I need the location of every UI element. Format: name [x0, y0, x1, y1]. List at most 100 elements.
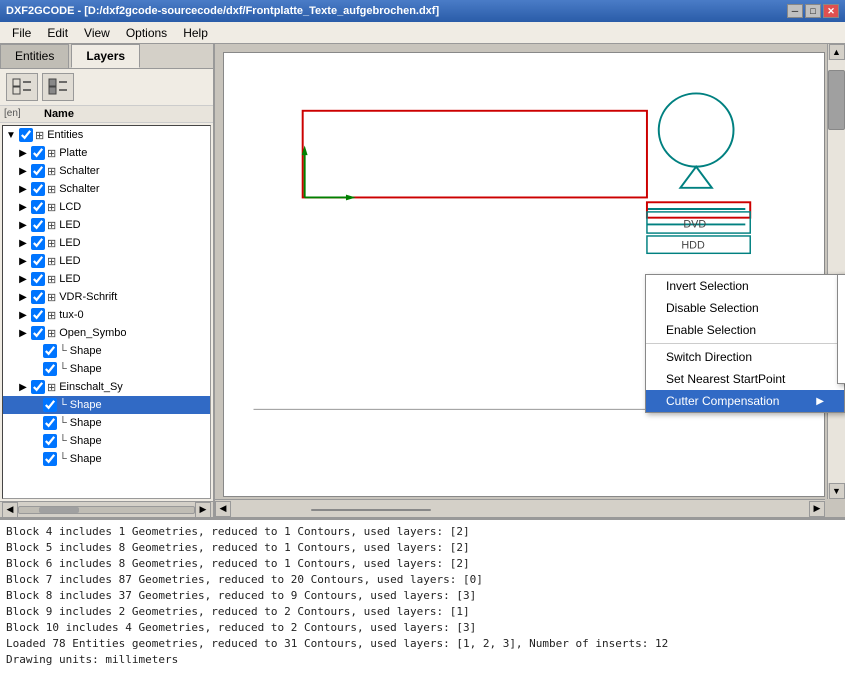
- tree-checkbox[interactable]: [43, 452, 57, 466]
- tree-expander[interactable]: ▶: [17, 274, 29, 285]
- submenu-g40[interactable]: ✓ G40 No Compensation: [838, 275, 845, 311]
- hscroll-right-arrow[interactable]: ▶: [195, 502, 211, 518]
- tree-row[interactable]: ▶ ⊞ Schalter: [3, 180, 210, 198]
- tree-row[interactable]: ▼ ⊞ Entities: [3, 126, 210, 144]
- grid-icon: ⊞: [47, 201, 56, 214]
- minimize-button[interactable]: ─: [787, 4, 803, 18]
- menubar: File Edit View Options Help: [0, 22, 845, 44]
- menu-help[interactable]: Help: [175, 24, 216, 42]
- tree-checkbox[interactable]: [31, 380, 45, 394]
- canvas-hscroll-right[interactable]: ▶: [809, 501, 825, 517]
- tree-row[interactable]: ▶ ⊞ LED: [3, 252, 210, 270]
- submenu-arrow: ▶: [816, 396, 824, 407]
- canvas-vscroll[interactable]: ▲ ▼: [827, 44, 845, 499]
- tree-label: Shape: [70, 363, 208, 375]
- tree-checkbox[interactable]: [43, 434, 57, 448]
- context-menu: Invert Selection Disable Selection Enabl…: [645, 274, 845, 413]
- tree-row[interactable]: └ Shape: [3, 342, 210, 360]
- tree-row[interactable]: ▶ ⊞ Platte: [3, 144, 210, 162]
- tree-row[interactable]: └ Shape: [3, 432, 210, 450]
- collapse-all-button[interactable]: [42, 73, 74, 101]
- canvas-hscroll[interactable]: ◀ ▶: [215, 499, 825, 517]
- expand-all-button[interactable]: [6, 73, 38, 101]
- tree-checkbox[interactable]: [43, 416, 57, 430]
- tree-expander[interactable]: ▶: [17, 184, 29, 195]
- tree-expander[interactable]: ▶: [17, 220, 29, 231]
- tree-row[interactable]: ▶ ⊞ Open_Symbo: [3, 324, 210, 342]
- canvas-hscroll-left[interactable]: ◀: [215, 501, 231, 517]
- tree-checkbox[interactable]: [31, 326, 45, 340]
- tree-checkbox[interactable]: [31, 308, 45, 322]
- tree-label: Shape: [70, 435, 208, 447]
- tree-hscroll[interactable]: ◀ ▶: [0, 501, 213, 517]
- hscroll-left-arrow[interactable]: ◀: [2, 502, 18, 518]
- menu-file[interactable]: File: [4, 24, 39, 42]
- tree-checkbox[interactable]: [31, 218, 45, 232]
- tree-expander[interactable]: ▼: [5, 130, 17, 141]
- tree-checkbox[interactable]: [31, 164, 45, 178]
- tree-row[interactable]: └ Shape: [3, 414, 210, 432]
- tree-expander[interactable]: ▶: [17, 202, 29, 213]
- tabs-bar: Entities Layers: [0, 44, 213, 69]
- tree-row[interactable]: ▶ ⊞ tux-0: [3, 306, 210, 324]
- tree-expander[interactable]: ▶: [17, 166, 29, 177]
- tree-row[interactable]: ▶ ⊞ LED: [3, 234, 210, 252]
- canvas-hscroll-thumb[interactable]: [311, 509, 431, 511]
- tree-expander[interactable]: ▶: [17, 256, 29, 267]
- menu-options[interactable]: Options: [118, 24, 175, 42]
- maximize-button[interactable]: □: [805, 4, 821, 18]
- tree-row[interactable]: ▶ ⊞ LCD: [3, 198, 210, 216]
- tree-checkbox[interactable]: [31, 146, 45, 160]
- tree-expander[interactable]: ▶: [17, 328, 29, 339]
- canvas-area[interactable]: DVD HDD: [215, 44, 845, 517]
- menu-edit[interactable]: Edit: [39, 24, 76, 42]
- window-controls: ─ □ ✕: [787, 4, 839, 18]
- close-button[interactable]: ✕: [823, 4, 839, 18]
- tree-row-selected[interactable]: └ Shape: [3, 396, 210, 414]
- submenu-g41[interactable]: G41 Left Compensation: [838, 311, 845, 347]
- grid-icon: ⊞: [47, 237, 56, 250]
- tree-row[interactable]: ▶ ⊞ Einschalt_Sy: [3, 378, 210, 396]
- ctx-cutter-compensation[interactable]: Cutter Compensation ▶: [646, 390, 844, 412]
- ctx-nearest-startpoint[interactable]: Set Nearest StartPoint: [646, 368, 844, 390]
- tree-row[interactable]: └ Shape: [3, 450, 210, 468]
- tree-checkbox[interactable]: [31, 182, 45, 196]
- tree-row[interactable]: └ Shape: [3, 360, 210, 378]
- grid-icon: ⊞: [47, 327, 56, 340]
- ctx-invert-selection[interactable]: Invert Selection: [646, 275, 844, 297]
- tree-checkbox[interactable]: [43, 344, 57, 358]
- tree-expander[interactable]: ▶: [17, 148, 29, 159]
- tree-checkbox[interactable]: [31, 200, 45, 214]
- canvas-vscroll-thumb[interactable]: [828, 70, 845, 130]
- tab-entities[interactable]: Entities: [0, 44, 69, 68]
- canvas-vscroll-down[interactable]: ▼: [829, 483, 845, 499]
- tree-checkbox[interactable]: [31, 290, 45, 304]
- ctx-switch-direction[interactable]: Switch Direction: [646, 346, 844, 368]
- submenu-g42[interactable]: G42 Right Compensation: [838, 347, 845, 383]
- tab-layers[interactable]: Layers: [71, 44, 140, 68]
- hscroll-thumb[interactable]: [39, 507, 79, 513]
- tree-row[interactable]: ▶ ⊞ Schalter: [3, 162, 210, 180]
- tree-checkbox[interactable]: [19, 128, 33, 142]
- menu-view[interactable]: View: [76, 24, 118, 42]
- tree-container[interactable]: ▼ ⊞ Entities ▶ ⊞ Platte ▶ ⊞ Schalter: [2, 125, 211, 499]
- canvas-vscroll-track[interactable]: [828, 60, 845, 483]
- tree-expander[interactable]: ▶: [17, 292, 29, 303]
- canvas-vscroll-up[interactable]: ▲: [829, 44, 845, 60]
- tree-expander[interactable]: ▶: [17, 310, 29, 321]
- tree-checkbox[interactable]: [31, 254, 45, 268]
- tree-row[interactable]: ▶ ⊞ LED: [3, 270, 210, 288]
- tree-row[interactable]: ▶ ⊞ LED: [3, 216, 210, 234]
- tree-expander[interactable]: ▶: [17, 238, 29, 249]
- tree-row[interactable]: ▶ ⊞ VDR-Schrift: [3, 288, 210, 306]
- ctx-disable-selection[interactable]: Disable Selection: [646, 297, 844, 319]
- hscroll-track[interactable]: [18, 506, 195, 514]
- grid-icon: ⊞: [47, 381, 56, 394]
- tree-label: Shape: [70, 417, 208, 429]
- tree-checkbox[interactable]: [31, 236, 45, 250]
- tree-expander[interactable]: ▶: [17, 382, 29, 393]
- tree-checkbox[interactable]: [31, 272, 45, 286]
- tree-checkbox[interactable]: [43, 398, 57, 412]
- tree-checkbox[interactable]: [43, 362, 57, 376]
- ctx-enable-selection[interactable]: Enable Selection: [646, 319, 844, 341]
